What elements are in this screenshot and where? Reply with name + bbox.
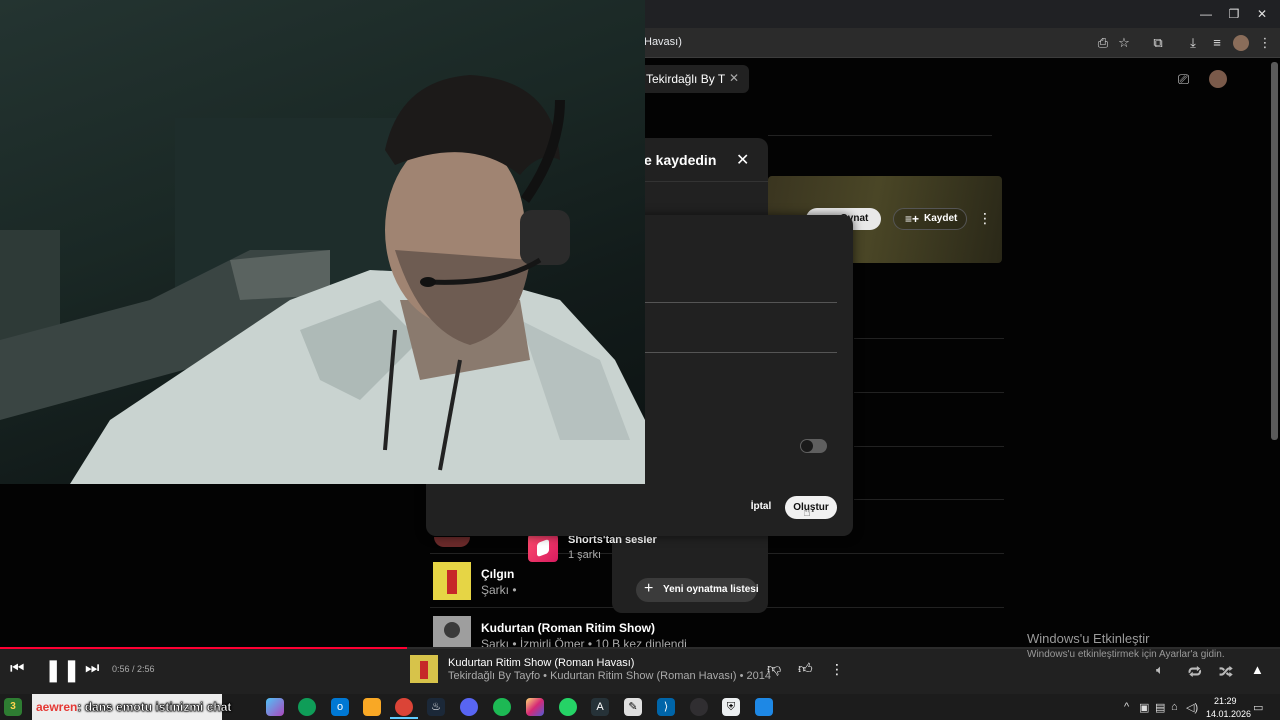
active-app-indicator: [390, 717, 418, 719]
divider: [854, 392, 1004, 393]
next-icon[interactable]: ⏭: [85, 660, 99, 678]
paint-icon[interactable]: [755, 698, 773, 716]
close-icon[interactable]: ✕: [736, 150, 749, 170]
song-subtitle: Şarkı •: [481, 583, 517, 597]
song-thumbnail[interactable]: [433, 562, 471, 600]
more-options-icon[interactable]: ⋮: [830, 661, 844, 678]
tray-app-icon[interactable]: ▤: [1155, 701, 1165, 714]
mouse-cursor-icon: ☝: [803, 504, 811, 519]
page-scrollbar[interactable]: [1271, 62, 1278, 440]
account-avatar[interactable]: [1209, 70, 1227, 88]
chrome-icon[interactable]: [395, 698, 413, 716]
pause-icon[interactable]: ❚❚: [44, 657, 81, 683]
start-app-icon[interactable]: 3: [4, 698, 22, 716]
instagram-icon[interactable]: [526, 698, 544, 716]
url-text[interactable]: Havası): [644, 36, 682, 48]
dislike-icon[interactable]: 👎︎: [767, 660, 781, 677]
shield-icon[interactable]: ⛨: [722, 698, 740, 716]
song-title[interactable]: Kudurtan (Roman Ritim Show): [481, 621, 655, 635]
speaker-icon[interactable]: ◁): [1186, 701, 1198, 714]
collaborate-toggle[interactable]: [800, 439, 827, 453]
now-playing-subtitle[interactable]: Tekirdağlı By Tayfo • Kudurtan Ritim Sho…: [448, 670, 771, 682]
clock-date[interactable]: 14.01.2026: [1206, 709, 1251, 719]
close-window-icon[interactable]: ✕: [1253, 6, 1271, 22]
now-playing-title[interactable]: Kudurtan Ritim Show (Roman Havası): [448, 657, 634, 669]
steam-icon[interactable]: ♨: [427, 698, 445, 716]
tray-app-icon[interactable]: ▣: [1139, 701, 1149, 714]
browser-menu-icon[interactable]: ⋮: [1257, 35, 1273, 51]
install-app-icon[interactable]: ⎙: [1095, 35, 1111, 51]
title-input-underline[interactable]: [644, 302, 837, 303]
cast-icon[interactable]: ⎚: [1178, 71, 1189, 88]
document-icon[interactable]: ✎: [624, 698, 642, 716]
webcam-overlay: [0, 0, 645, 484]
activation-watermark-title: Windows'u Etkinleştir: [1027, 631, 1150, 646]
vscode-icon[interactable]: ⟩: [657, 698, 675, 716]
dialog-title: e kaydedin: [644, 152, 717, 168]
edge-icon[interactable]: [298, 698, 316, 716]
like-icon[interactable]: 👍︎: [798, 660, 813, 677]
divider: [854, 338, 1004, 339]
description-input-underline[interactable]: [644, 352, 837, 353]
spotify-icon[interactable]: [493, 698, 511, 716]
app-a-icon[interactable]: A: [591, 698, 609, 716]
outlook-icon[interactable]: o: [331, 698, 349, 716]
search-chip-text: Tekirdağlı By T: [646, 72, 726, 86]
plus-icon: +: [644, 580, 654, 597]
repeat-icon[interactable]: 🔁︎: [1188, 661, 1202, 682]
expand-player-icon[interactable]: ▲: [1251, 662, 1264, 677]
activation-watermark-subtitle: Windows'u etkinleştirmek için Ayarlar'a …: [1027, 649, 1225, 660]
more-options-icon[interactable]: ⋮: [978, 210, 992, 227]
song-thumbnail[interactable]: [434, 537, 470, 547]
obs-icon[interactable]: [690, 698, 708, 716]
search-chip[interactable]: Tekirdağlı By T ✕: [644, 65, 749, 93]
playlist-thumbnail[interactable]: [528, 534, 558, 562]
song-subtitle: Şarkı • İzmirli Ömer • 10 B kez dinlendi: [481, 637, 687, 647]
profile-avatar[interactable]: [1233, 35, 1249, 51]
whatsapp-icon[interactable]: [559, 698, 577, 716]
extensions-icon[interactable]: ⧉: [1150, 35, 1166, 51]
notifications-icon[interactable]: ▭: [1253, 701, 1263, 714]
divider: [854, 499, 1004, 500]
toggle-knob: [801, 440, 813, 452]
network-icon[interactable]: ⌂: [1171, 701, 1178, 713]
download-icon[interactable]: ⤓: [1185, 35, 1201, 51]
playback-time: 0:56 / 2:56: [112, 664, 155, 674]
cancel-button[interactable]: İptal: [744, 497, 778, 517]
minimize-icon[interactable]: —: [1197, 6, 1215, 22]
chat-username: aewren: [36, 700, 78, 714]
new-playlist-button[interactable]: + Yeni oynatma listesi: [636, 578, 759, 602]
new-playlist-label: Yeni oynatma listesi: [663, 584, 759, 595]
clear-search-icon[interactable]: ✕: [729, 71, 739, 85]
save-button-label: Kaydet: [924, 213, 958, 224]
bookmark-star-icon[interactable]: ☆: [1116, 35, 1132, 51]
playlist-add-icon: ≡+: [905, 212, 920, 226]
copilot-icon[interactable]: [266, 698, 284, 716]
chat-overlay: aewren: dans emotu istinizmi chat: [32, 694, 232, 720]
file-explorer-icon[interactable]: [363, 698, 381, 716]
shuffle-icon[interactable]: 🔀︎: [1219, 661, 1233, 682]
volume-icon[interactable]: 🔈︎: [1156, 662, 1164, 678]
song-title[interactable]: Çılgın: [481, 567, 514, 581]
clock-time[interactable]: 21:29: [1214, 696, 1237, 706]
now-playing-thumbnail[interactable]: [410, 655, 438, 683]
divider: [768, 135, 992, 136]
save-button[interactable]: ≡+ Kaydet: [893, 208, 967, 230]
webcam-image: [0, 75, 645, 484]
create-button[interactable]: Oluştur: [785, 496, 837, 519]
media-control-icon[interactable]: ≡: [1209, 35, 1225, 51]
discord-icon[interactable]: [460, 698, 478, 716]
tray-overflow-icon[interactable]: ^: [1124, 701, 1129, 713]
chat-message: : dans emotu istinizmi chat: [77, 700, 232, 714]
previous-icon[interactable]: ⏮: [10, 660, 24, 678]
divider: [854, 446, 1004, 447]
playlist-subtitle: 1 şarkı: [568, 549, 602, 561]
restore-icon[interactable]: ❐: [1225, 6, 1243, 22]
